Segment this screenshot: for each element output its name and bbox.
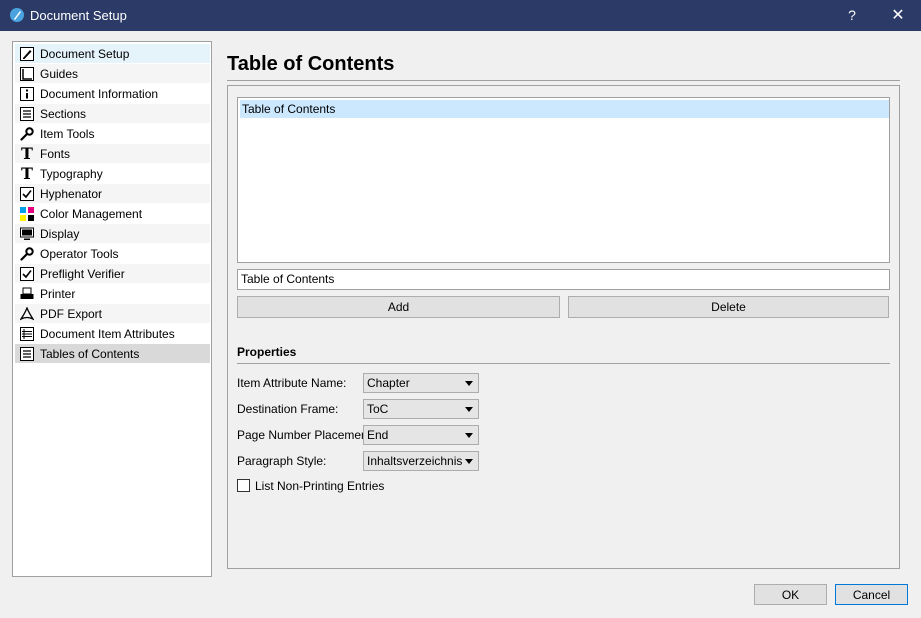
- printer-icon: [19, 286, 35, 302]
- scribus-app-icon: [9, 7, 25, 23]
- sidebar-item-label: Preflight Verifier: [40, 266, 125, 281]
- sidebar-item-label: Document Setup: [40, 46, 130, 61]
- page-number-placement-select[interactable]: End: [363, 425, 479, 445]
- sidebar-item-fonts[interactable]: T Fonts: [15, 144, 210, 163]
- paragraph-style-select[interactable]: Inhaltsverzeichnis: [363, 451, 479, 471]
- guides-icon: [19, 66, 35, 82]
- wrench-icon: [19, 246, 35, 262]
- sidebar-item-label: Printer: [40, 286, 76, 301]
- sidebar-item-label: PDF Export: [40, 306, 103, 321]
- chevron-down-icon: [465, 381, 473, 386]
- page-number-placement-label: Page Number Placement:: [237, 428, 375, 442]
- monitor-icon: [19, 226, 35, 242]
- sidebar-item-label: Guides: [40, 66, 79, 81]
- sidebar-item-label: Display: [40, 226, 80, 241]
- chevron-down-icon: [465, 407, 473, 412]
- attributes-icon: [19, 326, 35, 342]
- document-setup-icon: [19, 46, 35, 62]
- sidebar-item-operator-tools[interactable]: Operator Tools: [15, 244, 210, 263]
- sidebar-item-typography[interactable]: T Typography: [15, 164, 210, 183]
- sidebar-item-document-information[interactable]: Document Information: [15, 84, 210, 103]
- sidebar-item-label: Sections: [40, 106, 87, 121]
- combo-value: Inhaltsverzeichnis: [367, 454, 463, 468]
- sidebar-item-tables-of-contents[interactable]: Tables of Contents: [15, 344, 210, 363]
- color-management-icon: [19, 206, 35, 222]
- page-title: Table of Contents: [227, 53, 395, 75]
- sidebar-item-guides[interactable]: Guides: [15, 64, 210, 83]
- sidebar-item-label: Fonts: [40, 146, 71, 161]
- properties-divider: [237, 363, 890, 364]
- sidebar-item-label: Hyphenator: [40, 186, 103, 201]
- help-button[interactable]: ?: [829, 0, 875, 31]
- typography-icon: T: [21, 164, 33, 183]
- toc-name-input[interactable]: Table of Contents: [237, 269, 890, 290]
- sidebar-item-sections[interactable]: Sections: [15, 104, 210, 123]
- chevron-down-icon: [465, 433, 473, 438]
- item-attribute-name-label: Item Attribute Name:: [237, 376, 347, 390]
- sidebar-item-label: Tables of Contents: [40, 346, 140, 361]
- list-item[interactable]: Table of Contents: [240, 100, 889, 118]
- font-icon: T: [21, 144, 33, 163]
- sections-icon: [19, 106, 35, 122]
- title-bar: Document Setup ? ✕: [0, 0, 921, 31]
- sidebar-item-label: Document Information: [40, 86, 159, 101]
- sidebar-item-label: Document Item Attributes: [40, 326, 175, 341]
- destination-frame-select[interactable]: ToC: [363, 399, 479, 419]
- list-non-printing-checkbox[interactable]: [237, 479, 250, 492]
- sidebar-item-label: Typography: [40, 166, 103, 181]
- sidebar-item-pdf-export[interactable]: PDF Export: [15, 304, 210, 323]
- delete-button[interactable]: Delete: [568, 296, 889, 318]
- sidebar-item-hyphenator[interactable]: Hyphenator: [15, 184, 210, 203]
- checkbox-icon: [19, 186, 35, 202]
- sidebar-item-label: Color Management: [40, 206, 143, 221]
- chevron-down-icon: [465, 459, 473, 464]
- destination-frame-label: Destination Frame:: [237, 402, 339, 416]
- sidebar-item-label: Item Tools: [40, 126, 95, 141]
- wrench-icon: [19, 126, 35, 142]
- sidebar-item-display[interactable]: Display: [15, 224, 210, 243]
- paragraph-style-label: Paragraph Style:: [237, 454, 327, 468]
- close-button[interactable]: ✕: [875, 0, 921, 31]
- info-icon: [19, 86, 35, 102]
- sidebar-item-preflight-verifier[interactable]: Preflight Verifier: [15, 264, 210, 283]
- item-attribute-name-select[interactable]: Chapter: [363, 373, 479, 393]
- toc-list[interactable]: Table of Contents: [237, 97, 890, 263]
- toc-icon: [19, 346, 35, 362]
- ok-button[interactable]: OK: [754, 584, 827, 605]
- sidebar-item-document-item-attributes[interactable]: Document Item Attributes: [15, 324, 210, 343]
- sidebar-item-item-tools[interactable]: Item Tools: [15, 124, 210, 143]
- settings-sidebar: Document Setup Guides Document Informati…: [12, 41, 212, 577]
- combo-value: ToC: [367, 402, 389, 416]
- cancel-button[interactable]: Cancel: [835, 584, 908, 605]
- properties-heading: Properties: [237, 345, 297, 359]
- sidebar-item-document-setup[interactable]: Document Setup: [15, 44, 210, 63]
- list-non-printing-label: List Non-Printing Entries: [255, 479, 385, 493]
- checkbox-icon: [19, 266, 35, 282]
- title-divider: [227, 80, 900, 81]
- window-title: Document Setup: [30, 8, 127, 23]
- add-button[interactable]: Add: [237, 296, 560, 318]
- pdf-icon: [19, 306, 35, 322]
- sidebar-item-color-management[interactable]: Color Management: [15, 204, 210, 223]
- combo-value: Chapter: [367, 376, 410, 390]
- sidebar-item-printer[interactable]: Printer: [15, 284, 210, 303]
- combo-value: End: [367, 428, 389, 442]
- sidebar-item-label: Operator Tools: [40, 246, 119, 261]
